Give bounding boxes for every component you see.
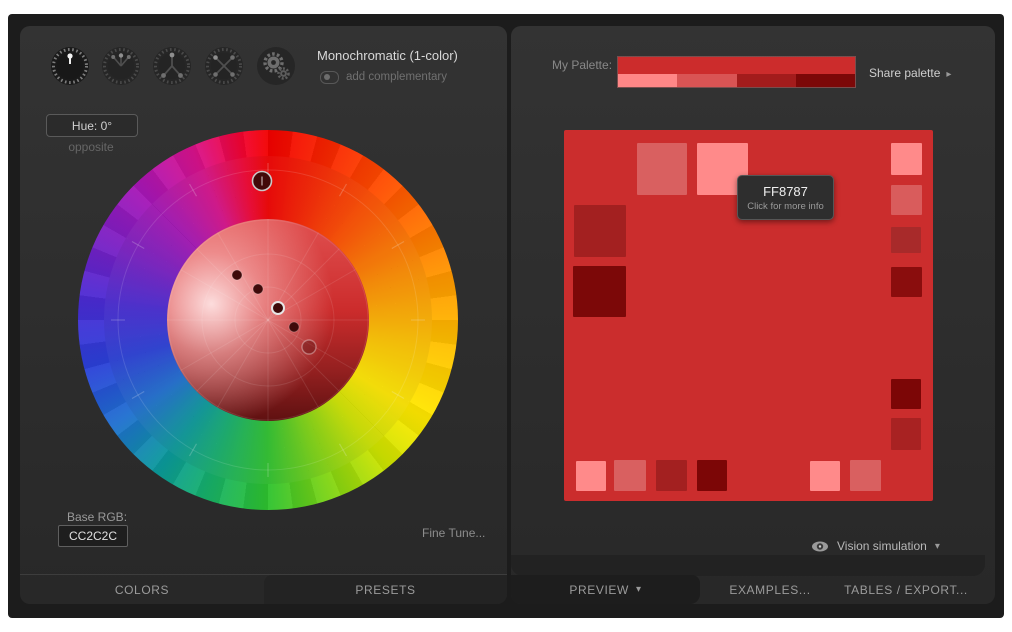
my-palette-label: My Palette: <box>552 58 612 72</box>
scheme-title: Monochromatic (1-color) <box>317 48 458 63</box>
preview-square[interactable] <box>850 460 881 491</box>
preview-square[interactable] <box>810 461 840 491</box>
base-rgb-input[interactable] <box>58 525 128 547</box>
app-background: Monochromatic (1-color) add complementar… <box>8 14 1004 618</box>
preview-square[interactable] <box>891 143 922 175</box>
tooltip-subtitle: Click for more info <box>747 201 824 212</box>
color-wheel[interactable] <box>78 130 458 510</box>
color-wheel-panel: Monochromatic (1-color) add complementar… <box>20 26 507 604</box>
preview-square[interactable] <box>891 227 921 253</box>
preview-square[interactable] <box>614 460 646 491</box>
wheel-overlay <box>78 130 458 510</box>
palette-variant-swatch[interactable] <box>677 74 736 87</box>
preview-square[interactable] <box>891 267 922 297</box>
add-complementary-toggle[interactable] <box>320 71 339 84</box>
preview-square[interactable] <box>656 460 687 491</box>
preview-panel: My Palette: Share palette ▸ FF8787 Click … <box>511 26 995 604</box>
add-complementary-label: add complementary <box>346 71 447 83</box>
tab-colors[interactable]: COLORS <box>20 575 264 604</box>
preview-square[interactable] <box>574 205 626 257</box>
preview-square[interactable] <box>697 460 727 491</box>
preview-square[interactable] <box>573 266 626 317</box>
share-palette-link[interactable]: Share palette ▸ <box>869 66 951 80</box>
add-complementary-control[interactable]: add complementary <box>320 70 447 84</box>
tab-examples[interactable]: EXAMPLES... <box>700 575 840 604</box>
preview-square[interactable] <box>576 461 606 491</box>
tab-preview-label: PREVIEW <box>569 583 629 597</box>
tooltip-hex-value: FF8787 <box>763 184 808 199</box>
right-panel-tabbar: PREVIEW ▾ EXAMPLES... TABLES / EXPORT... <box>511 575 995 604</box>
tab-tables-export[interactable]: TABLES / EXPORT... <box>831 575 981 604</box>
base-rgb-label: Base RGB: <box>67 510 127 524</box>
variant-markers <box>232 270 316 354</box>
left-panel-tabbar: COLORS PRESETS <box>20 574 507 604</box>
palette-variant-row <box>618 74 855 87</box>
page: Monochromatic (1-color) add complementar… <box>0 0 1012 632</box>
preview-square[interactable] <box>891 379 921 409</box>
tab-presets[interactable]: PRESETS <box>264 575 507 604</box>
share-arrow-icon: ▸ <box>946 69 951 80</box>
tetrad-scheme-icon[interactable] <box>204 46 244 86</box>
freestyle-scheme-icon[interactable] <box>256 46 296 86</box>
eye-icon <box>811 540 829 553</box>
palette-variant-swatch[interactable] <box>796 74 855 87</box>
share-palette-label: Share palette <box>869 66 940 80</box>
preview-footer-sheet <box>511 555 985 576</box>
palette-variant-swatch[interactable] <box>737 74 796 87</box>
palette-strip[interactable] <box>618 57 855 87</box>
fine-tune-link[interactable]: Fine Tune... <box>422 526 485 540</box>
palette-main-swatch[interactable] <box>618 57 855 74</box>
adjacent-scheme-icon[interactable] <box>101 46 141 86</box>
tab-preview[interactable]: PREVIEW ▾ <box>511 575 700 604</box>
preview-canvas[interactable]: FF8787 Click for more info <box>564 130 933 501</box>
monochromatic-scheme-icon[interactable] <box>50 46 90 86</box>
triad-scheme-icon[interactable] <box>152 46 192 86</box>
preview-square[interactable] <box>891 418 921 450</box>
vision-simulation-label: Vision simulation <box>837 539 927 553</box>
color-tooltip[interactable]: FF8787 Click for more info <box>737 175 834 220</box>
preview-square[interactable] <box>891 185 922 215</box>
palette-variant-swatch[interactable] <box>618 74 677 87</box>
preview-caret-icon: ▾ <box>636 584 642 595</box>
vision-simulation-control[interactable]: Vision simulation ▾ <box>811 537 940 555</box>
hue-marker <box>253 172 272 191</box>
vision-caret-icon: ▾ <box>935 541 940 552</box>
preview-square[interactable] <box>637 143 687 195</box>
